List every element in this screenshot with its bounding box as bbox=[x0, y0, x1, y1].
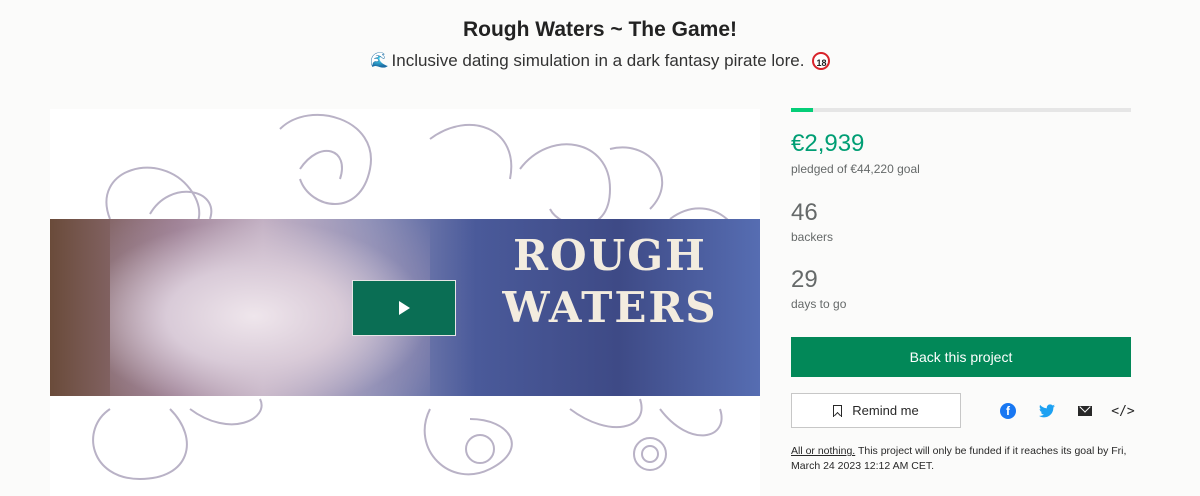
play-video-button[interactable] bbox=[352, 280, 456, 336]
pledged-amount: €2,939 bbox=[791, 130, 865, 157]
all-or-nothing-link[interactable]: All or nothing. bbox=[791, 445, 855, 457]
mail-icon[interactable] bbox=[1076, 402, 1094, 420]
embed-icon[interactable]: </> bbox=[1111, 402, 1134, 420]
envelope-shape bbox=[1078, 406, 1092, 416]
back-this-project-button[interactable]: Back this project bbox=[791, 337, 1131, 377]
project-title: Rough Waters ~ The Game! bbox=[462, 18, 737, 41]
remind-me-label: Remind me bbox=[852, 403, 919, 418]
backers-count: 46 bbox=[791, 199, 818, 226]
remind-me-button[interactable]: Remind me bbox=[791, 393, 961, 428]
facebook-icon[interactable]: f bbox=[1000, 403, 1016, 419]
banner-artwork: ROUGH WATERS bbox=[50, 219, 760, 396]
banner-logo-text: ROUGH WATERS bbox=[465, 233, 755, 331]
pledged-label: pledged of €44,220 goal bbox=[791, 162, 920, 176]
subtitle-text: Inclusive dating simulation in a dark fa… bbox=[391, 51, 805, 70]
banner-logo-line2: WATERS bbox=[502, 283, 718, 332]
project-video[interactable]: ROUGH WATERS bbox=[50, 109, 760, 496]
bookmark-icon bbox=[833, 404, 843, 417]
days-to-go-label: days to go bbox=[791, 297, 847, 311]
funding-progress-fill bbox=[791, 108, 814, 112]
days-to-go-count: 29 bbox=[791, 266, 818, 293]
wave-emoji-icon: 🌊 bbox=[370, 52, 389, 69]
play-icon bbox=[398, 301, 410, 315]
banner-logo-line1: ROUGH bbox=[513, 231, 707, 280]
project-subtitle: 🌊 Inclusive dating simulation in a dark … bbox=[0, 51, 1200, 71]
funding-progress-bar bbox=[791, 108, 1131, 112]
backers-label: backers bbox=[791, 230, 834, 244]
18-plus-icon: 18 bbox=[812, 52, 831, 70]
funding-terms: All or nothing. This project will only b… bbox=[791, 444, 1136, 474]
twitter-icon[interactable] bbox=[1038, 402, 1056, 420]
